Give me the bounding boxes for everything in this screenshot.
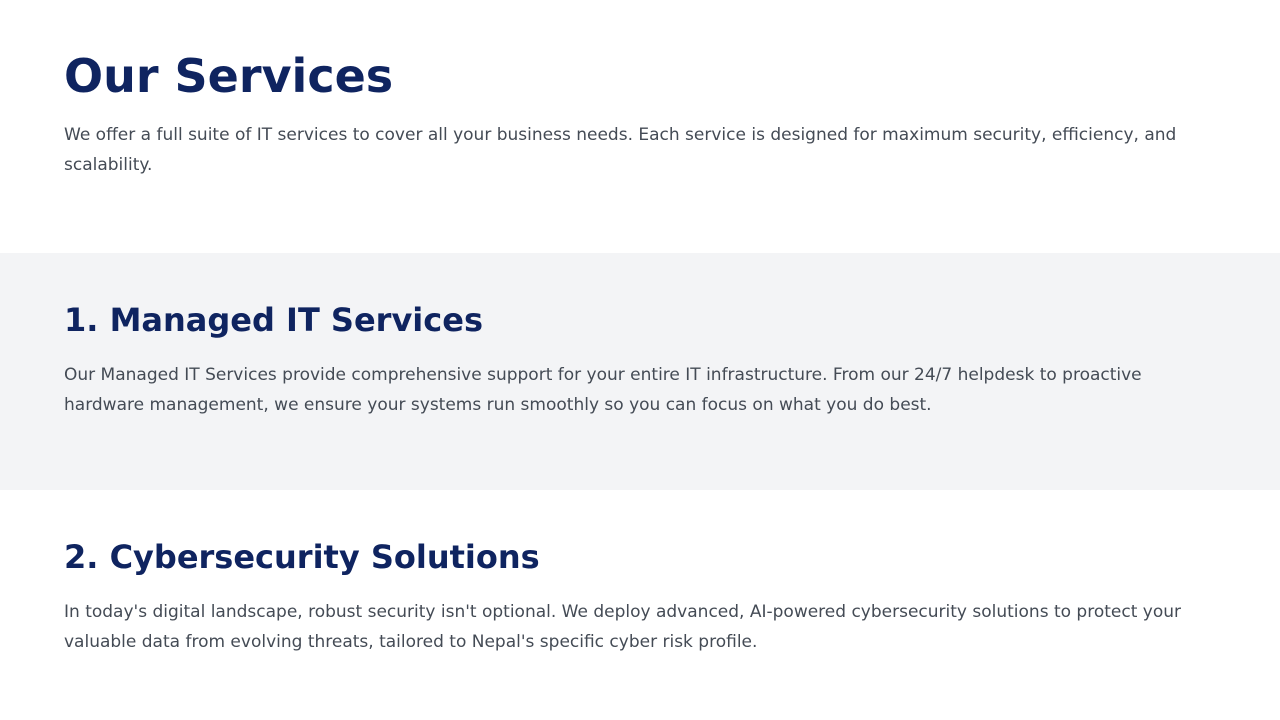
page-title: Our Services [64,49,394,103]
services-intro-section: Our Services We offer a full suite of IT… [0,0,1280,253]
page-intro-text: We offer a full suite of IT services to … [64,125,1177,175]
service-heading: 1. Managed IT Services [64,301,483,339]
service-description: In today's digital landscape, robust sec… [64,602,1181,652]
service-heading: 2. Cybersecurity Solutions [64,538,540,576]
service-section-cybersecurity: 2. Cybersecurity Solutions In today's di… [0,490,1280,720]
service-description: Our Managed IT Services provide comprehe… [64,365,1142,415]
service-section-managed-it: 1. Managed IT Services Our Managed IT Se… [0,253,1280,490]
